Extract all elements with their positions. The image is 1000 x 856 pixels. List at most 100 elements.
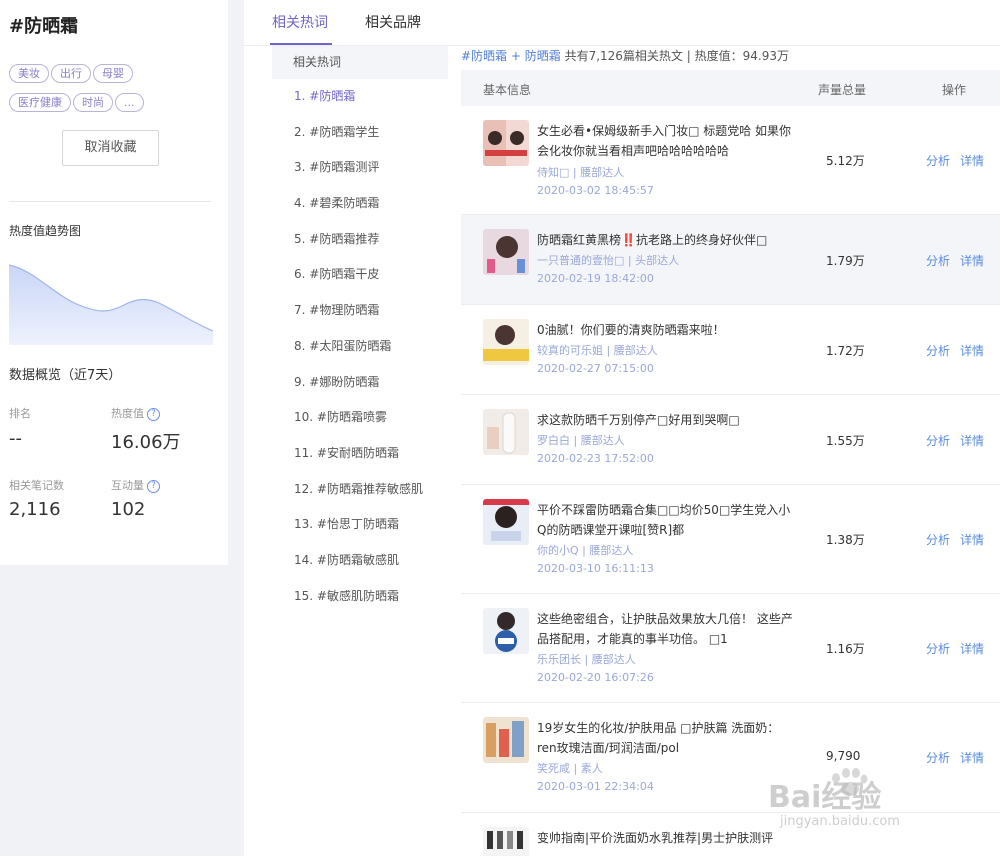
post-author: 乐乐团长 | 腰部达人 [537, 653, 636, 666]
crumb-stats: 共有7,126篇相关热文 | 热度值：94.93万 [560, 49, 789, 63]
hotword-item[interactable]: 4. #碧柔防晒霜 [272, 186, 448, 222]
watermark-brand: Bai经验 [768, 780, 882, 815]
detail-link[interactable]: 详情 [960, 432, 984, 449]
post-date: 2020-02-20 16:07:26 [537, 671, 654, 684]
tag-chip[interactable]: 出行 [51, 64, 91, 83]
post-volume: 9,790 [826, 749, 861, 763]
trend-area [9, 265, 213, 345]
post-thumbnail[interactable] [483, 409, 529, 455]
analyze-link[interactable]: 分析 [926, 749, 950, 766]
analyze-link[interactable]: 分析 [926, 342, 950, 359]
col-volume: 声量总量 [818, 83, 867, 97]
post-thumbnail[interactable] [483, 120, 529, 166]
detail-link[interactable]: 详情 [960, 252, 984, 269]
post-volume: 1.38万 [826, 533, 865, 547]
question-circle-icon[interactable]: ? [147, 479, 160, 493]
post-thumbnail[interactable] [483, 499, 529, 545]
hotword-item[interactable]: 7. #物理防晒霜 [272, 293, 448, 329]
analyze-link[interactable]: 分析 [926, 640, 950, 657]
post-date: 2020-02-27 07:15:00 [537, 362, 654, 375]
hotword-list: 相关热词 1. #防晒霜 2. #防晒霜学生 3. #防晒霜测评 4. #碧柔防… [272, 46, 448, 614]
col-action: 操作 [942, 83, 967, 97]
analyze-link[interactable]: 分析 [926, 432, 950, 449]
watermark-url: jingyan.baidu.com [780, 814, 900, 829]
post-title[interactable]: 求这款防晒千万别停产□好用到哭啊□ [537, 410, 797, 430]
post-title[interactable]: 变帅指南|平价洗面奶水乳推荐|男士护肤测评 [537, 828, 797, 848]
hotword-list-header: 相关热词 [272, 46, 448, 79]
crumb-keyword[interactable]: 防晒霜 [525, 49, 561, 63]
tag-chip[interactable]: 时尚 [73, 93, 113, 112]
hotword-item[interactable]: 1. #防晒霜 [272, 79, 448, 115]
table-row: 女生必看•保姆级新手入门妆□ 标题党哈 如果你会化妆你就当看相声吧哈哈哈哈哈哈 … [461, 106, 1000, 215]
tab-related-hotwords[interactable]: 相关热词 [272, 12, 328, 32]
trend-title: 热度值趋势图 [9, 224, 82, 238]
overview-title: 数据概览（近7天） [9, 368, 122, 383]
divider [9, 201, 211, 202]
heat-label-wrap: 热度值? [111, 405, 160, 421]
post-volume: 1.72万 [826, 344, 865, 358]
detail-link[interactable]: 详情 [960, 342, 984, 359]
heat-value: 16.06万 [111, 432, 181, 453]
post-date: 2020-02-23 17:52:00 [537, 452, 654, 465]
unfavorite-button[interactable]: 取消收藏 [62, 130, 159, 166]
baidu-jingyan-watermark: Bai经验 jingyan.baidu.com [768, 768, 968, 840]
analyze-link[interactable]: 分析 [926, 252, 950, 269]
post-title[interactable]: 这些绝密组合，让护肤品效果放大几倍！ 这些产品搭配用，才能真的事半功倍。 □1 [537, 609, 797, 649]
post-thumbnail[interactable] [483, 717, 529, 763]
detail-link[interactable]: 详情 [960, 640, 984, 657]
hotword-item[interactable]: 9. #娜盼防晒霜 [272, 365, 448, 401]
notes-value: 2,116 [9, 499, 61, 520]
post-thumbnail[interactable] [483, 229, 529, 275]
question-circle-icon[interactable]: ? [147, 407, 160, 421]
post-volume: 5.12万 [826, 154, 865, 168]
hotword-item[interactable]: 3. #防晒霜测评 [272, 150, 448, 186]
post-title[interactable]: 19岁女生的化妆/护肤用品 □护肤篇 洗面奶：ren玫瑰洁面/珂润洁面/pol [537, 718, 797, 758]
hotword-item[interactable]: 13. #怡思丁防晒霜 [272, 507, 448, 543]
topic-panel: #防晒霜 美妆 出行 母婴 医疗健康 时尚... 取消收藏 热度值趋势图 数据概览（近… [0, 0, 228, 565]
post-author: 罗白白 | 腰部达人 [537, 434, 625, 447]
post-thumbnail[interactable] [483, 827, 529, 856]
post-thumbnail[interactable] [483, 608, 529, 654]
hotword-item[interactable]: 5. #防晒霜推荐 [272, 222, 448, 258]
tag-chip[interactable]: 美妆 [9, 64, 49, 83]
post-author: 笑死咸 | 素人 [537, 762, 603, 775]
table-row: 求这款防晒千万别停产□好用到哭啊□ 罗白白 | 腰部达人 2020-02-23 … [461, 395, 1000, 485]
post-title[interactable]: 防晒霜红黄黑榜‼️抗老路上的终身好伙伴□ [537, 230, 797, 250]
tab-related-brands[interactable]: 相关品牌 [365, 12, 421, 32]
analyze-link[interactable]: 分析 [926, 531, 950, 548]
hotword-item[interactable]: 6. #防晒霜干皮 [272, 257, 448, 293]
hotword-item[interactable]: 10. #防晒霜喷雾 [272, 400, 448, 436]
rank-label: 排名 [9, 407, 31, 420]
detail-link[interactable]: 详情 [960, 749, 984, 766]
post-author: 侍知□ | 腰部达人 [537, 166, 625, 179]
post-volume: 1.55万 [826, 434, 865, 448]
table-row: 平价不踩雷防晒霜合集□□均价50□学生党入小Q的防晒课堂开课啦[赞R]都 你的小… [461, 485, 1000, 594]
post-title[interactable]: 0油腻！你们要的清爽防晒霜来啦！ [537, 320, 797, 340]
tag-more-chip[interactable]: ... [115, 93, 144, 112]
table-row: 这些绝密组合，让护肤品效果放大几倍！ 这些产品搭配用，才能真的事半功倍。 □1 … [461, 594, 1000, 703]
crumb-sep: + [507, 49, 525, 63]
analyze-link[interactable]: 分析 [926, 152, 950, 169]
trend-chart [9, 264, 213, 345]
main-panel: 相关热词 相关品牌 相关热词 1. #防晒霜 2. #防晒霜学生 3. #防晒霜… [244, 0, 1000, 856]
hotword-item[interactable]: 12. #防晒霜推荐敏感肌 [272, 472, 448, 508]
hotword-item[interactable]: 14. #防晒霜敏感肌 [272, 543, 448, 579]
interact-label: 互动量 [111, 479, 144, 492]
hotword-item[interactable]: 15. #敏感肌防晒霜 [272, 579, 448, 615]
crumb-topic[interactable]: #防晒霜 [461, 49, 507, 63]
post-volume: 1.16万 [826, 642, 865, 656]
topic-title: #防晒霜 [9, 16, 79, 37]
rank-value: -- [9, 428, 22, 449]
tag-chip[interactable]: 医疗健康 [9, 93, 71, 112]
post-thumbnail[interactable] [483, 319, 529, 365]
hotword-item[interactable]: 8. #太阳蛋防晒霜 [272, 329, 448, 365]
detail-link[interactable]: 详情 [960, 152, 984, 169]
post-date: 2020-03-02 18:45:57 [537, 184, 654, 197]
active-tab-indicator [270, 43, 332, 45]
tag-chip[interactable]: 母婴 [93, 64, 133, 83]
detail-link[interactable]: 详情 [960, 531, 984, 548]
post-title[interactable]: 女生必看•保姆级新手入门妆□ 标题党哈 如果你会化妆你就当看相声吧哈哈哈哈哈哈 [537, 121, 797, 161]
post-title[interactable]: 平价不踩雷防晒霜合集□□均价50□学生党入小Q的防晒课堂开课啦[赞R]都 [537, 500, 797, 540]
hotword-item[interactable]: 2. #防晒霜学生 [272, 115, 448, 151]
hotword-item[interactable]: 11. #安耐晒防晒霜 [272, 436, 448, 472]
